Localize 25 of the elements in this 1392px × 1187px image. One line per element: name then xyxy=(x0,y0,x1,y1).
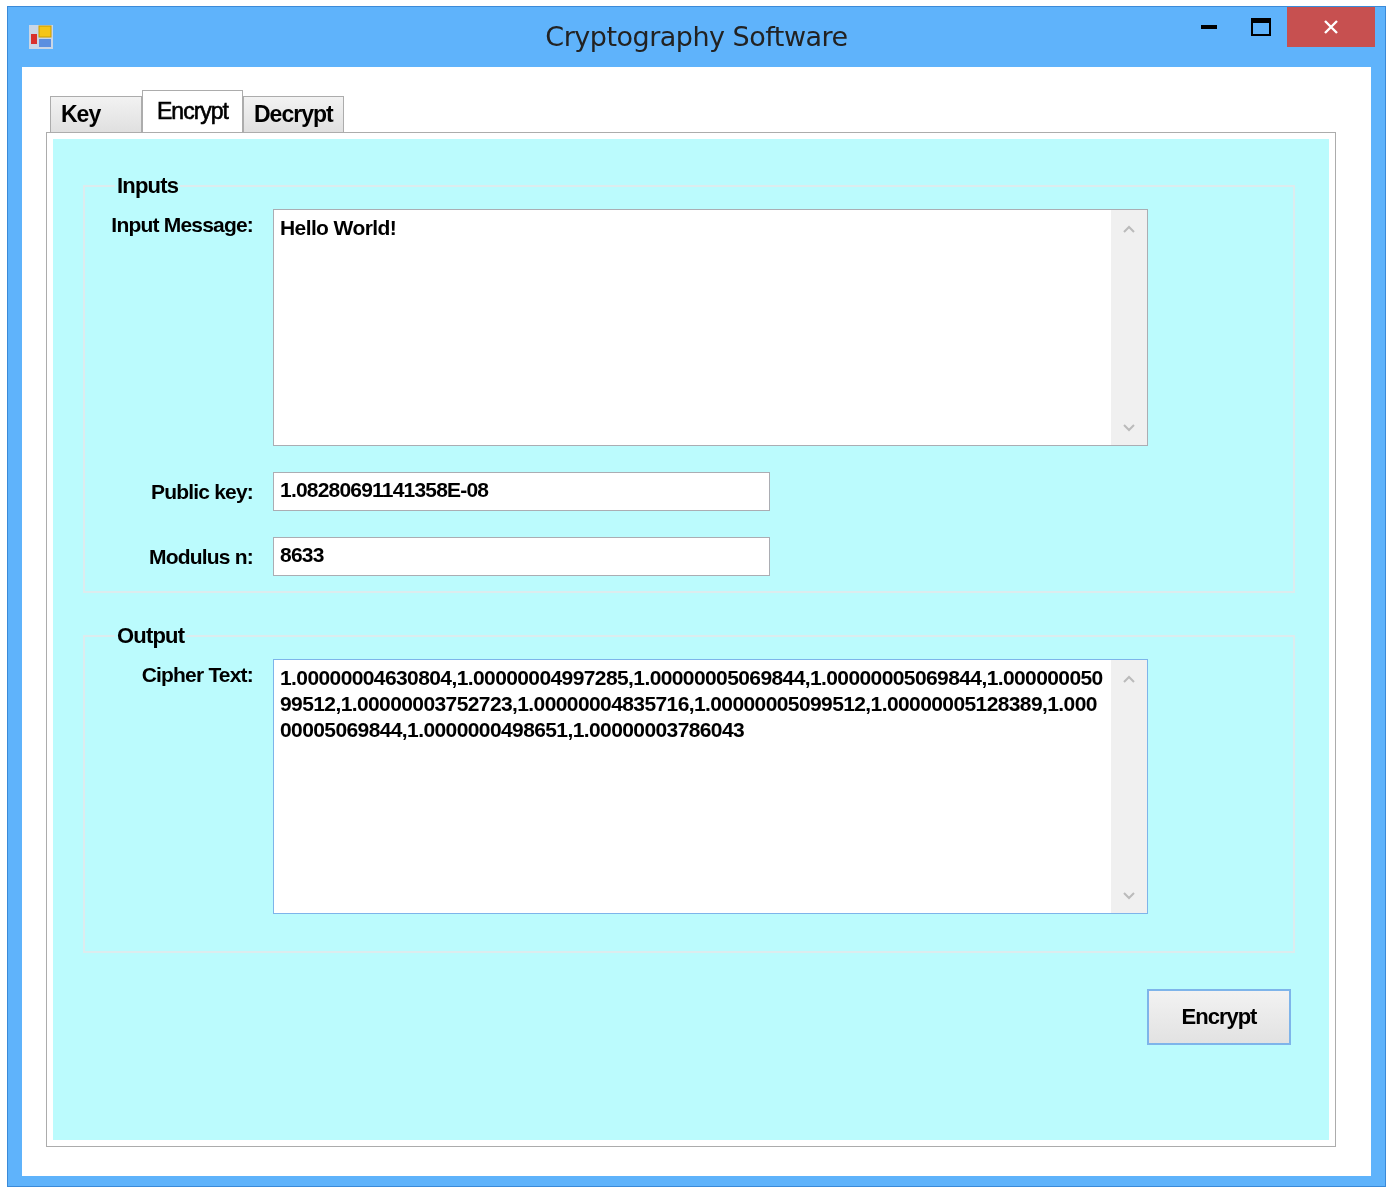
tab[interactable]: Encrypt xyxy=(142,90,243,132)
scroll-up-icon[interactable] xyxy=(1122,224,1136,234)
text-area[interactable]: Hello World! xyxy=(273,209,1148,446)
scroll-up-icon[interactable] xyxy=(1122,674,1136,684)
app-icon xyxy=(28,24,54,50)
text-area[interactable]: 1.00000004630804,1.00000004997285,1.00000005069844,1.00000005069844,1.00000005099512,1.00000003752723,1.00000004835716,1.00000005099512,1.00000005128389,1.00000005069844,1.0000000498651,1.00000003786043 xyxy=(273,659,1148,914)
maximize-icon xyxy=(1251,18,1271,36)
input-field[interactable]: 1.08280691141358E-08 xyxy=(273,472,770,511)
field-label: Cipher Text: xyxy=(140,662,254,687)
scrollbar[interactable] xyxy=(1111,660,1147,913)
field-label: Public key: xyxy=(149,479,254,504)
field-label: Modulus n: xyxy=(148,544,254,569)
input-field[interactable]: 8633 xyxy=(273,537,770,576)
scroll-down-icon[interactable] xyxy=(1122,423,1136,433)
minimize-icon xyxy=(1201,25,1217,29)
encrypt-button[interactable]: Encrypt xyxy=(1147,989,1291,1045)
scroll-down-icon[interactable] xyxy=(1122,891,1136,901)
scrollbar[interactable] xyxy=(1111,210,1147,445)
group-title: Output xyxy=(116,623,186,649)
close-icon xyxy=(1323,19,1339,35)
tab[interactable]: Decrypt xyxy=(243,96,344,132)
window-title: Cryptography Software xyxy=(544,21,849,52)
group-title: Inputs xyxy=(116,173,180,199)
field-label: Input Message: xyxy=(110,212,254,237)
tab[interactable]: Key xyxy=(50,96,142,132)
